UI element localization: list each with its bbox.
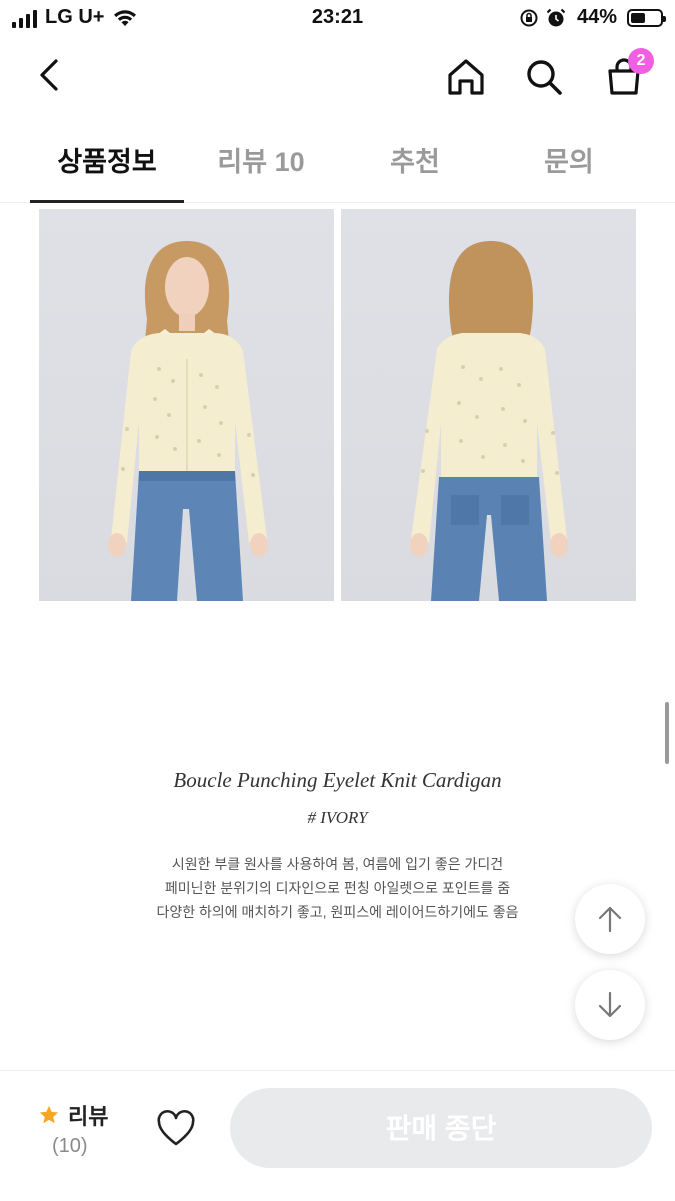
- description-line: 페미닌한 분위기의 디자인으로 펀칭 아일렛으로 포인트를 줌: [164, 880, 511, 896]
- product-color: # IVORY: [307, 808, 368, 827]
- product-photo-front: [39, 209, 334, 601]
- product-photo-back: [341, 209, 636, 601]
- home-icon[interactable]: [444, 55, 488, 99]
- product-title: Boucle Punching Eyelet Knit Cardigan: [173, 768, 502, 792]
- sold-out-button[interactable]: 판매 종단: [230, 1088, 652, 1168]
- tab-recommend[interactable]: 추천: [338, 130, 492, 202]
- star-icon: [39, 1105, 59, 1124]
- tab-inquiry[interactable]: 문의: [492, 130, 646, 202]
- search-icon[interactable]: [522, 55, 566, 99]
- arrow-down-icon: [598, 991, 622, 1018]
- scroll-top-button[interactable]: [575, 884, 645, 954]
- description-line: 시원한 부클 원사를 사용하여 봄, 여름에 입기 좋은 가디건: [171, 856, 504, 872]
- product-tabs: 상품정보 리뷰 10 추천 문의: [0, 130, 675, 203]
- battery-icon: [627, 8, 666, 27]
- arrow-up-icon: [598, 906, 622, 933]
- orientation-lock-icon: [520, 9, 538, 26]
- battery-percent: 44%: [576, 6, 617, 28]
- status-bar: LG U+ 23:21 44%: [0, 0, 675, 40]
- tab-reviews[interactable]: 리뷰 10: [184, 130, 338, 202]
- product-description: 시원한 부클 원사를 사용하여 봄, 여름에 입기 좋은 가디건 페미닌한 분위…: [0, 852, 675, 924]
- scroll-bottom-button[interactable]: [575, 970, 645, 1040]
- bottom-action-bar: 리뷰 (10) 판매 종단: [0, 1070, 675, 1201]
- back-icon[interactable]: [28, 53, 72, 97]
- alarm-icon: [546, 8, 566, 26]
- tab-product-info[interactable]: 상품정보: [30, 130, 184, 203]
- scrollbar-thumb[interactable]: [665, 702, 669, 764]
- description-line: 다양한 하의에 매치하기 좋고, 원피스에 레이어드하기에도 좋음: [156, 904, 519, 920]
- app-header: [0, 45, 675, 115]
- cart-count-badge: 2: [628, 48, 654, 74]
- review-count: (10): [52, 1135, 88, 1157]
- review-label: 리뷰: [68, 1104, 109, 1129]
- review-summary[interactable]: 리뷰: [38, 1099, 108, 1131]
- heart-icon[interactable]: [156, 1109, 196, 1149]
